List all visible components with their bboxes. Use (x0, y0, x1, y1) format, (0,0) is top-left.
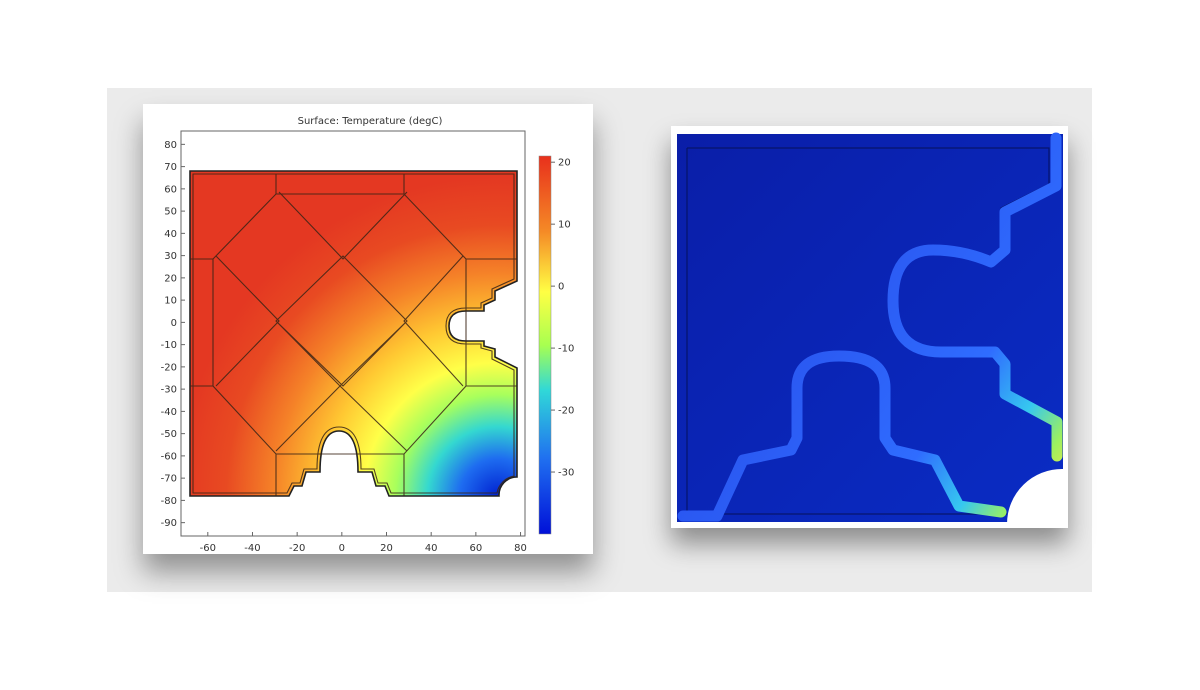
temperature-plot: Surface: Temperature (degC) -60 -40 -20 0 20… (161, 116, 575, 554)
colorbar-tick-label: 0 (558, 282, 564, 293)
channel-temperature-render (677, 132, 1063, 524)
temperature-plot-panel: Surface: Temperature (degC) -60 -40 -20 0 20… (143, 104, 593, 554)
y-tick-label: -10 (161, 340, 177, 351)
y-tick-label: 50 (164, 207, 177, 218)
y-tick-label: -50 (161, 429, 177, 440)
y-tick-label: -60 (161, 451, 177, 462)
domain-geometry (189, 170, 518, 497)
x-tick-label: 0 (339, 543, 345, 554)
x-tick-label: 60 (469, 543, 482, 554)
temperature-surface (189, 170, 518, 497)
x-tick-label: -40 (244, 543, 260, 554)
y-tick-label: 0 (171, 318, 177, 329)
y-tick-label: 10 (164, 296, 177, 307)
colorbar (538, 155, 552, 535)
x-tick-label: 80 (514, 543, 527, 554)
colorbar-tick-label: -30 (558, 468, 574, 479)
colorbar-tick-label: -10 (558, 344, 574, 355)
x-axis-ticks: -60 -40 -20 0 20 40 60 80 (200, 532, 527, 554)
colorbar-tick-label: 10 (558, 220, 571, 231)
colorbar-tick-label: 20 (558, 158, 571, 169)
y-tick-label: 40 (164, 229, 177, 240)
colorbar-ticks: 20 10 0 -10 -20 -30 (551, 158, 574, 479)
x-tick-label: -60 (200, 543, 216, 554)
y-tick-label: 70 (164, 162, 177, 173)
y-tick-label: -90 (161, 518, 177, 529)
y-tick-label: -40 (161, 407, 177, 418)
y-tick-label: 30 (164, 251, 177, 262)
render-background (677, 134, 1063, 522)
y-tick-label: -70 (161, 474, 177, 485)
y-tick-label: 60 (164, 184, 177, 195)
x-tick-label: 40 (425, 543, 438, 554)
plot-title: Surface: Temperature (degC) (298, 116, 443, 127)
y-tick-label: -80 (161, 496, 177, 507)
colorbar-tick-label: -20 (558, 406, 574, 417)
channel-temperature-panel (671, 126, 1068, 528)
y-tick-label: 20 (164, 273, 177, 284)
y-tick-label: 80 (164, 140, 177, 151)
y-tick-label: -20 (161, 362, 177, 373)
x-tick-label: -20 (289, 543, 305, 554)
y-tick-label: -30 (161, 385, 177, 396)
x-tick-label: 20 (380, 543, 393, 554)
